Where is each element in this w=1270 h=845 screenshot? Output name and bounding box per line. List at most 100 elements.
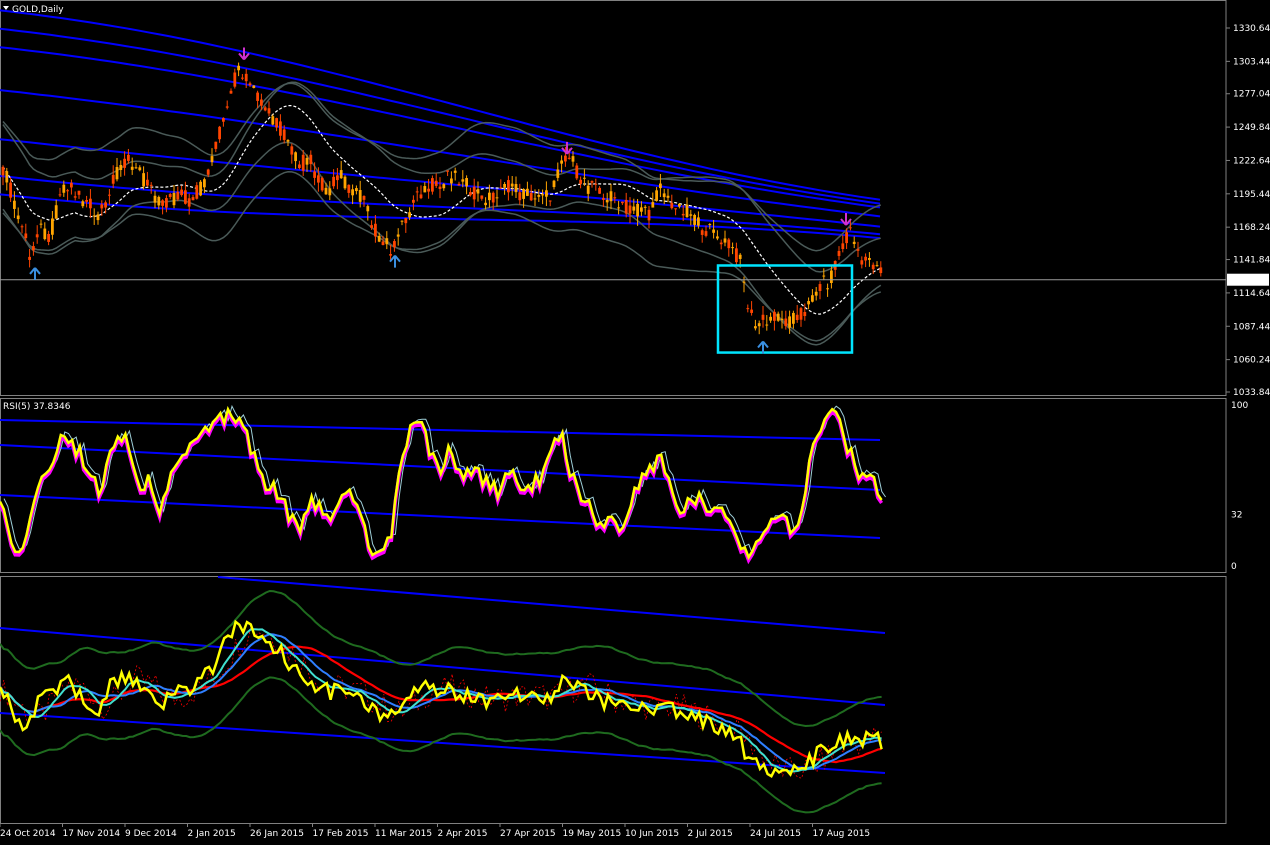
candle-body bbox=[317, 175, 320, 183]
candle-body bbox=[309, 154, 313, 165]
x-tick-label: 2 Apr 2015 bbox=[438, 829, 488, 839]
candle-body bbox=[814, 291, 818, 296]
candle-body bbox=[434, 180, 438, 186]
candle-body bbox=[826, 288, 829, 290]
candle-body bbox=[187, 198, 191, 207]
candle-body bbox=[594, 183, 598, 185]
candle-body bbox=[617, 207, 620, 209]
candle-body bbox=[651, 202, 655, 208]
candle-body bbox=[343, 176, 347, 189]
candle-body bbox=[5, 171, 9, 183]
candle-body bbox=[320, 177, 324, 191]
candle-body bbox=[742, 281, 746, 283]
candle-body bbox=[871, 264, 875, 270]
candle-body bbox=[609, 191, 613, 202]
candle-body bbox=[795, 314, 799, 321]
candle-body bbox=[199, 181, 202, 196]
candle-body bbox=[472, 186, 476, 200]
symbol-label: GOLD,Daily bbox=[12, 5, 64, 15]
candle-body bbox=[700, 230, 704, 235]
candle-body bbox=[134, 167, 138, 169]
candle-body bbox=[332, 176, 335, 187]
candle-body bbox=[647, 209, 651, 221]
candle-body bbox=[738, 254, 742, 259]
candle-body bbox=[765, 324, 769, 326]
candle-body bbox=[377, 235, 381, 242]
candle-body bbox=[412, 199, 415, 203]
candle-body bbox=[96, 214, 100, 221]
candle-body bbox=[370, 225, 373, 228]
candle-body bbox=[879, 267, 883, 274]
candle-body bbox=[248, 83, 252, 86]
candle-body bbox=[605, 199, 609, 203]
candle-body bbox=[77, 190, 81, 195]
candle-body bbox=[484, 202, 487, 206]
candle-body bbox=[123, 158, 126, 168]
candle-body bbox=[191, 197, 195, 201]
candle-body bbox=[643, 206, 647, 208]
candle-body bbox=[453, 170, 457, 173]
candle-body bbox=[389, 254, 392, 256]
candle-body bbox=[218, 126, 221, 140]
candle-body bbox=[750, 309, 753, 313]
candle-body bbox=[39, 223, 43, 225]
candle-body bbox=[792, 312, 795, 324]
y-tick-label: 1087.44 bbox=[1233, 322, 1270, 332]
candle-body bbox=[267, 108, 271, 114]
candle-body bbox=[788, 316, 791, 328]
candle-body bbox=[830, 270, 833, 283]
candle-body bbox=[469, 192, 472, 196]
candle-body bbox=[229, 90, 233, 94]
candle-body bbox=[54, 205, 58, 219]
candle-body bbox=[864, 256, 867, 261]
candle-body bbox=[868, 258, 871, 260]
y-tick-label: 1277.04 bbox=[1233, 90, 1270, 100]
candle-body bbox=[290, 146, 294, 155]
candle-body bbox=[313, 171, 316, 178]
candle-body bbox=[153, 195, 157, 203]
candle-body bbox=[396, 234, 400, 237]
candle-body bbox=[803, 311, 807, 317]
candle-body bbox=[811, 295, 814, 302]
candle-body bbox=[693, 214, 696, 225]
candle-body bbox=[393, 241, 396, 248]
y-tick-label: 1249.84 bbox=[1233, 123, 1270, 133]
candle-body bbox=[533, 198, 537, 200]
candle-body bbox=[51, 218, 54, 235]
candle-body bbox=[241, 77, 244, 79]
candle-body bbox=[507, 180, 510, 193]
candle-body bbox=[697, 217, 700, 226]
candle-body bbox=[427, 188, 430, 192]
candle-body bbox=[719, 242, 723, 245]
candle-body bbox=[579, 179, 582, 184]
candle-body bbox=[13, 200, 16, 209]
candle-body bbox=[757, 323, 761, 327]
candle-body bbox=[263, 107, 267, 111]
candle-body bbox=[655, 190, 658, 201]
candle-body bbox=[514, 184, 518, 193]
y-tick-label: 1222.64 bbox=[1233, 156, 1270, 166]
candle-body bbox=[24, 233, 28, 239]
candle-body bbox=[108, 194, 111, 196]
x-tick-label: 19 May 2015 bbox=[563, 829, 622, 839]
candle-body bbox=[442, 184, 446, 189]
candle-body bbox=[85, 200, 88, 202]
candle-body bbox=[723, 238, 727, 243]
candle-body bbox=[180, 189, 183, 196]
candle-body bbox=[552, 180, 556, 188]
candle-body bbox=[735, 248, 738, 263]
candle-body bbox=[184, 190, 187, 204]
rsi-y-tick-label: 32 bbox=[1231, 510, 1242, 520]
candle-body bbox=[358, 190, 362, 202]
candle-body bbox=[16, 215, 20, 220]
candle-body bbox=[146, 179, 149, 186]
candle-body bbox=[476, 189, 480, 194]
candle-body bbox=[545, 190, 548, 197]
x-tick-label: 17 Aug 2015 bbox=[813, 829, 871, 839]
candle-body bbox=[465, 177, 468, 187]
candle-body bbox=[286, 139, 290, 142]
candle-body bbox=[685, 204, 689, 218]
candle-body bbox=[708, 224, 712, 226]
candle-body bbox=[754, 326, 757, 329]
x-tick-label: 27 Apr 2015 bbox=[500, 829, 556, 839]
